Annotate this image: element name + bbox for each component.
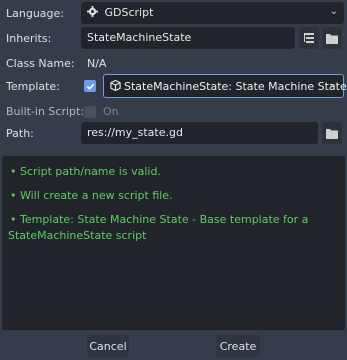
folder-icon xyxy=(326,128,338,139)
create-button[interactable]: Create xyxy=(216,335,260,357)
path-label: Path: xyxy=(6,127,34,140)
checkmark-icon xyxy=(86,83,94,90)
inherits-tree-button[interactable] xyxy=(299,27,319,49)
inherits-label: Inherits: xyxy=(6,32,52,45)
template-label: Template: xyxy=(6,80,60,93)
class-tree-icon xyxy=(304,33,314,43)
class-name-value: N/A xyxy=(87,57,107,70)
chevron-down-icon: ⌄ xyxy=(329,6,338,17)
language-value: GDScript xyxy=(104,6,154,19)
path-value: res://my_state.gd xyxy=(87,126,183,139)
inherits-folder-button[interactable] xyxy=(322,27,342,49)
inherits-row: Inherits: StateMachineState xyxy=(0,27,347,51)
path-folder-button[interactable] xyxy=(322,122,342,144)
status-line-template: • Template: State Machine State - Base t… xyxy=(10,213,309,226)
class-name-row: Class Name: N/A xyxy=(0,52,347,76)
template-icon xyxy=(110,79,121,94)
folder-icon xyxy=(326,33,338,44)
builtin-label: Built-in Script: xyxy=(6,105,85,118)
path-row: Path: res://my_state.gd xyxy=(0,122,347,146)
language-select[interactable]: GDScript ⌄ xyxy=(81,2,344,24)
status-panel: • Script path/name is valid. • Will crea… xyxy=(2,156,345,330)
chevron-down-icon: ⌄ xyxy=(328,79,337,90)
language-row: Language: GDScript ⌄ xyxy=(0,2,347,26)
status-line-template-cont: StateMachineState script xyxy=(8,229,147,242)
inherits-value: StateMachineState xyxy=(87,31,192,44)
template-select[interactable]: StateMachineState: State Machine State ⌄ xyxy=(103,74,347,98)
template-value: StateMachineState: State Machine State xyxy=(124,80,347,93)
builtin-checkbox[interactable] xyxy=(84,106,96,118)
template-checkbox[interactable] xyxy=(84,80,96,92)
status-line-new-file: • Will create a new script file. xyxy=(10,189,173,202)
gdscript-icon xyxy=(87,6,98,20)
cancel-button[interactable]: Cancel xyxy=(87,335,129,357)
class-name-label: Class Name: xyxy=(6,57,75,70)
builtin-row: Built-in Script: On xyxy=(0,100,347,124)
builtin-toggle-label: On xyxy=(103,105,119,118)
language-label: Language: xyxy=(6,7,64,20)
path-input[interactable]: res://my_state.gd xyxy=(81,122,318,144)
inherits-input[interactable]: StateMachineState xyxy=(81,27,295,49)
status-line-valid: • Script path/name is valid. xyxy=(10,165,161,178)
